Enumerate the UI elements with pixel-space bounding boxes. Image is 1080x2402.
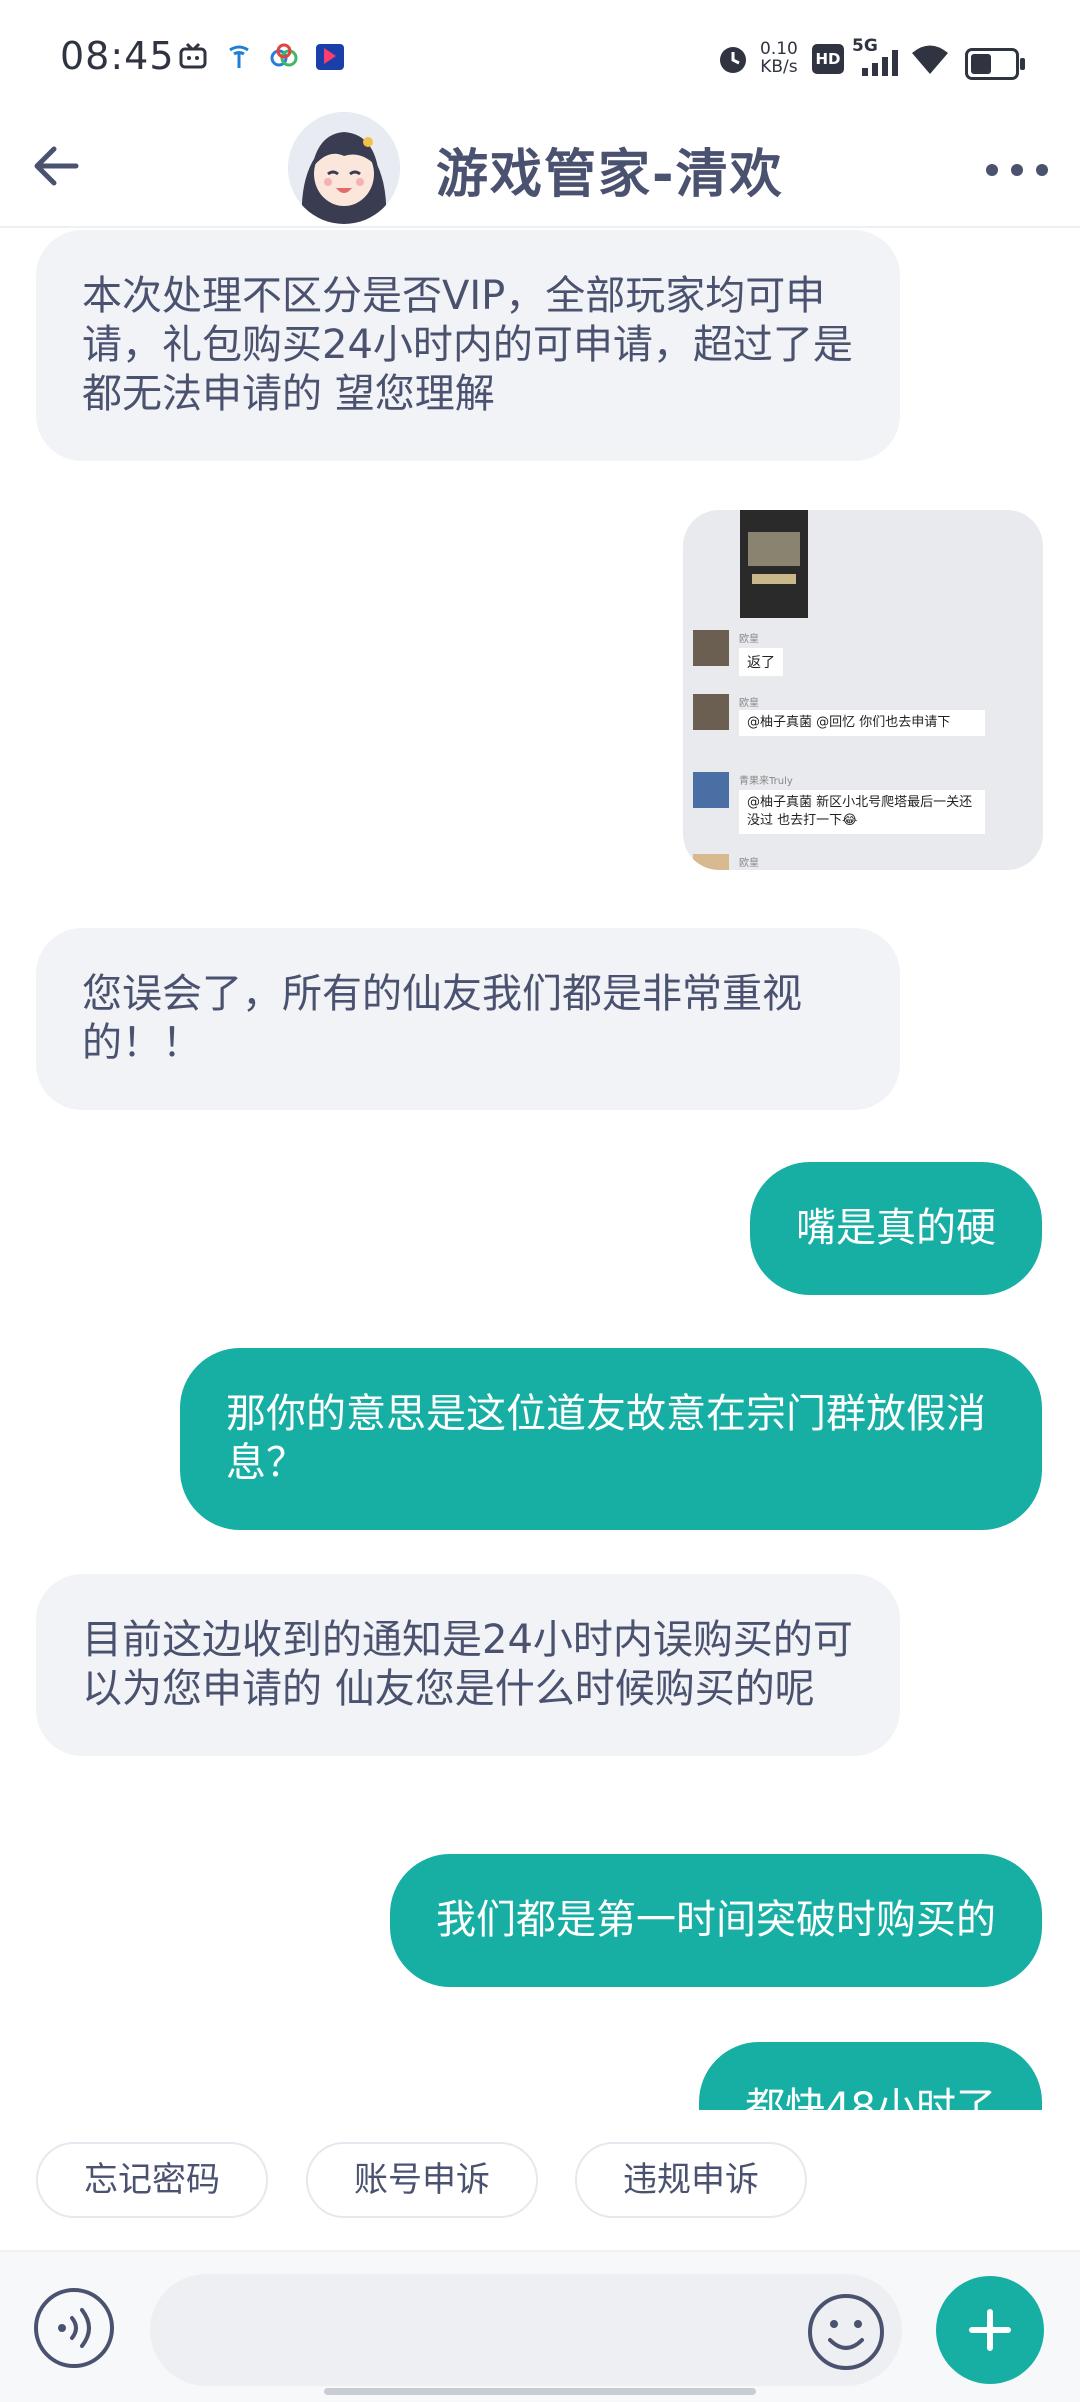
chat-avatar	[693, 772, 729, 808]
chat-avatar	[693, 854, 729, 870]
voice-icon[interactable]	[32, 2286, 116, 2370]
screenshot-thumbnail	[740, 510, 808, 618]
hd-icon: HD	[812, 44, 844, 74]
input-bar	[0, 2250, 1080, 2402]
user-message: 都快48小时了	[699, 2042, 1042, 2110]
image-message[interactable]: 欧皇 返了 欧皇 @柚子真菌 @回忆 你们也去申请下 青果来Truly @柚子真…	[683, 510, 1043, 870]
wifi-icon	[912, 45, 948, 74]
arrow-left-icon[interactable]	[28, 136, 88, 196]
sender-name: 欧皇	[739, 858, 759, 869]
chat-avatar	[693, 630, 729, 666]
status-bar: 08:45 0.10 KB/s HD 5G	[0, 0, 1080, 110]
signal-icon	[862, 50, 898, 76]
message-list[interactable]: 本次处理不区分是否VIP，全部玩家均可申请，礼包购买24小时内的可申请，超过了是…	[0, 228, 1080, 2110]
emoji-icon[interactable]	[806, 2292, 886, 2372]
sender-name: 欧皇	[739, 634, 759, 645]
sender-name: 青果来Truly	[739, 776, 793, 787]
anime-avatar-image	[288, 112, 400, 224]
agent-message: 本次处理不区分是否VIP，全部玩家均可申请，礼包购买24小时内的可申请，超过了是…	[36, 230, 900, 461]
net-speed-unit: KB/s	[760, 57, 798, 77]
sender-name: 欧皇	[739, 698, 759, 709]
cloud-icon	[270, 43, 298, 67]
alarm-icon	[720, 47, 746, 73]
chat-header: 游戏管家-清欢	[0, 110, 1080, 228]
agent-message: 目前这边收到的通知是24小时内误购买的可以为您申请的 仙友您是什么时候购买的呢	[36, 1574, 900, 1756]
user-message: 我们都是第一时间突破时购买的	[390, 1854, 1042, 1987]
agent-avatar[interactable]	[288, 112, 400, 224]
more-dots-icon[interactable]	[982, 150, 1052, 190]
quick-reply-violation-appeal[interactable]: 违规申诉	[575, 2142, 807, 2218]
plus-icon	[969, 2309, 1011, 2351]
quick-reply-forgot-password[interactable]: 忘记密码	[36, 2142, 268, 2218]
app-icon	[316, 44, 344, 70]
quick-replies: 忘记密码 账号申诉 违规申诉	[0, 2110, 1080, 2250]
battery-icon	[965, 48, 1025, 80]
hd-label: HD	[815, 50, 841, 68]
tv-icon	[179, 42, 207, 69]
chat-avatar	[693, 694, 729, 730]
quick-reply-account-appeal[interactable]: 账号申诉	[306, 2142, 538, 2218]
telecom-icon	[229, 45, 249, 68]
home-indicator[interactable]	[324, 2388, 756, 2395]
agent-message: 您误会了，所有的仙友我们都是非常重视的！！	[36, 928, 900, 1110]
chat-line: @柚子真菌 @回忆 你们也去申请下	[739, 710, 985, 736]
plus-button[interactable]	[936, 2276, 1044, 2384]
chat-title: 游戏管家-清欢	[436, 145, 784, 205]
message-input[interactable]	[150, 2274, 902, 2386]
status-time: 08:45	[60, 34, 175, 78]
user-message: 那你的意思是这位道友故意在宗门群放假消息？	[180, 1348, 1042, 1530]
user-message: 嘴是真的硬	[750, 1162, 1042, 1295]
net-speed: 0.10 KB/s	[760, 40, 798, 76]
chat-line: 返了	[739, 648, 783, 676]
chat-line: @柚子真菌 新区小北号爬塔最后一关还没过 也去打一下😂	[739, 790, 985, 834]
net-speed-value: 0.10	[760, 39, 798, 59]
